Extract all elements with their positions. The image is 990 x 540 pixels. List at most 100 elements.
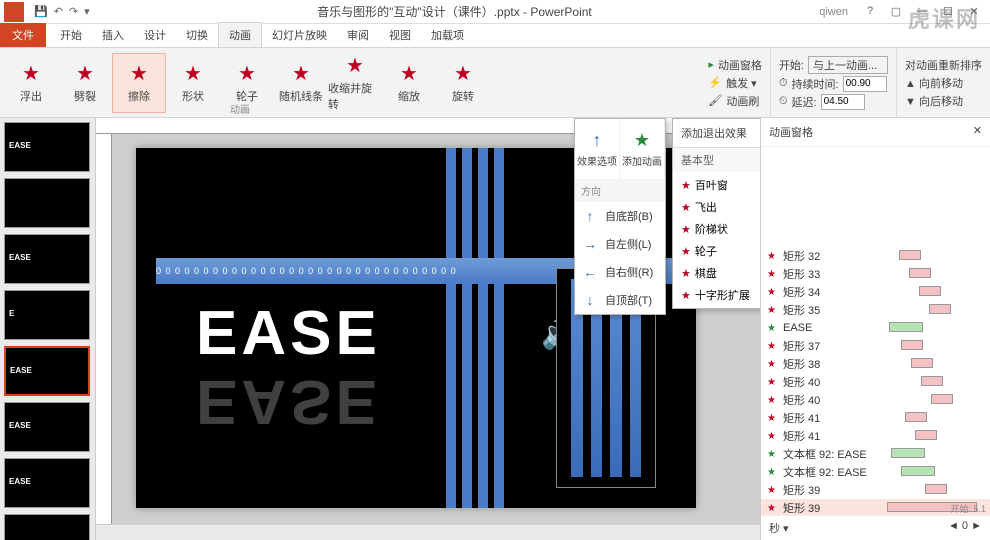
effect-options-dropdown: ↑效果选项 ★添加动画 方向 ↑自底部(B)→自左侧(L)←自右侧(R)↓自顶部… <box>574 118 666 315</box>
thumb-selected[interactable]: EASE <box>4 346 90 396</box>
qat-undo-icon[interactable]: ↶ <box>54 5 63 18</box>
anim-row[interactable]: ★矩形 39 <box>761 481 990 499</box>
tab-1[interactable]: 插入 <box>92 23 134 47</box>
slide-thumbnails: EASE EASE E EASE EASE EASE <box>0 118 96 540</box>
anim-2[interactable]: ★擦除 <box>112 53 166 113</box>
ribbon-opts-icon[interactable]: ▢ <box>884 5 908 18</box>
anim-painter-btn[interactable]: 动画刷 <box>726 93 759 109</box>
thumb[interactable] <box>4 178 90 228</box>
add-exit-effect-panel: 添加退出效果? 基本型 ★百叶窗★擦除★飞出★盒状★阶梯状★菱形★轮子★劈裂★棋… <box>672 118 760 309</box>
anim-row[interactable]: ★矩形 40 <box>761 391 990 409</box>
effect-item[interactable]: ★棋盘 <box>677 262 760 284</box>
tab-4[interactable]: 动画 <box>218 22 262 47</box>
anim-5[interactable]: ★随机线条 <box>274 53 328 113</box>
anim-pane-btn[interactable]: 动画窗格 <box>718 57 762 73</box>
help-icon[interactable]: ? <box>858 5 882 18</box>
star-icon: ★ <box>767 287 779 298</box>
effpanel-title: 添加退出效果 <box>681 125 747 141</box>
ribbon-tabs: 文件 开始插入设计切换动画幻灯片放映审阅视图加载项 <box>0 24 990 48</box>
star-icon: ★ <box>767 377 779 388</box>
anim-row[interactable]: ★文本框 92: EASE <box>761 445 990 463</box>
star-icon: ★ <box>767 467 779 478</box>
thumb[interactable] <box>4 514 90 540</box>
star-icon: ★ <box>184 61 202 86</box>
animpane-controls[interactable]: ◄ 0 ► <box>948 520 982 536</box>
start-value[interactable]: 与上一动画... <box>808 56 888 74</box>
ease-text[interactable]: EASE <box>196 298 381 369</box>
move-earlier-btn[interactable]: ▲ 向前移动 <box>905 75 982 91</box>
tab-6[interactable]: 审阅 <box>337 23 379 47</box>
effect-item[interactable]: ★轮子 <box>677 240 760 262</box>
direction-item[interactable]: ←自右侧(R) <box>575 258 665 286</box>
effect-options-btn[interactable]: ↑效果选项 <box>575 119 620 179</box>
app-icon <box>4 2 24 22</box>
tab-3[interactable]: 切换 <box>176 23 218 47</box>
star-icon: ★ <box>767 269 779 280</box>
anim-row[interactable]: ★矩形 40 <box>761 373 990 391</box>
star-icon: ★ <box>681 201 691 214</box>
star-icon: ★ <box>681 267 691 280</box>
tab-7[interactable]: 视图 <box>379 23 421 47</box>
anim-row[interactable]: ★EASE <box>761 319 990 337</box>
effect-item[interactable]: ★百叶窗 <box>677 174 760 196</box>
star-icon: ★ <box>767 431 779 442</box>
star-icon: ★ <box>767 359 779 370</box>
qat-redo-icon[interactable]: ↷ <box>69 5 78 18</box>
thumb[interactable]: EASE <box>4 234 90 284</box>
star-icon: ★ <box>454 61 472 86</box>
anim-7[interactable]: ★缩放 <box>382 53 436 113</box>
anim-6[interactable]: ★收缩并旋转 <box>328 53 382 113</box>
anim-row[interactable]: ★矩形 32 <box>761 247 990 265</box>
anim-row[interactable]: ★矩形 38 <box>761 355 990 373</box>
animpane-title: 动画窗格 <box>769 124 813 140</box>
ribbon: ★浮出★劈裂★擦除★形状★轮子★随机线条★收缩并旋转★缩放★旋转 动画 ▸动画窗… <box>0 48 990 118</box>
star-icon: ★ <box>767 305 779 316</box>
anim-row[interactable]: ★矩形 35 <box>761 301 990 319</box>
thumb[interactable]: EASE <box>4 458 90 508</box>
anim-0[interactable]: ★浮出 <box>4 53 58 113</box>
duration-input[interactable] <box>843 76 887 92</box>
move-later-btn[interactable]: ▼ 向后移动 <box>905 93 982 109</box>
trigger-btn[interactable]: 触发 ▾ <box>726 75 757 91</box>
tab-8[interactable]: 加载项 <box>421 23 474 47</box>
anim-3[interactable]: ★形状 <box>166 53 220 113</box>
animpane-close-icon[interactable]: ✕ <box>973 124 982 140</box>
tab-5[interactable]: 幻灯片放映 <box>262 23 337 47</box>
effect-item[interactable]: ★十字形扩展 <box>677 284 760 306</box>
anim-row[interactable]: ★文本框 92: EASE <box>761 463 990 481</box>
effect-item[interactable]: ★飞出 <box>677 196 760 218</box>
thumb[interactable]: EASE <box>4 122 90 172</box>
anim-row[interactable]: ★矩形 39开始: 5.1 <box>761 499 990 515</box>
slide-editor: 0 0 0 0 0 0 0 0 0 0 0 0 0 0 0 0 0 0 0 0 … <box>96 118 760 540</box>
direction-item[interactable]: ↓自顶部(T) <box>575 286 665 314</box>
editor-scrollbar[interactable] <box>96 524 760 540</box>
anim-row[interactable]: ★矩形 37 <box>761 337 990 355</box>
arrow-icon: ← <box>583 264 597 280</box>
star-icon: ★ <box>767 413 779 424</box>
anim-row[interactable]: ★矩形 41 <box>761 409 990 427</box>
thumb[interactable]: EASE <box>4 402 90 452</box>
tab-2[interactable]: 设计 <box>134 23 176 47</box>
effect-item[interactable]: ★阶梯状 <box>677 218 760 240</box>
star-icon: ★ <box>400 61 418 86</box>
direction-section: 方向 <box>575 179 665 202</box>
duration-label: 持续时间: <box>792 76 839 92</box>
delay-input[interactable] <box>821 94 865 110</box>
star-icon: ★ <box>767 503 779 514</box>
anim-row[interactable]: ★矩形 34 <box>761 283 990 301</box>
direction-item[interactable]: →自左侧(L) <box>575 230 665 258</box>
anim-row[interactable]: ★矩形 33 <box>761 265 990 283</box>
anim-row[interactable]: ★矩形 41 <box>761 427 990 445</box>
star-icon: ★ <box>238 61 256 86</box>
thumb[interactable]: E <box>4 290 90 340</box>
anim-1[interactable]: ★劈裂 <box>58 53 112 113</box>
animpane-seconds[interactable]: 秒 ▾ <box>769 520 789 536</box>
start-label: 开始: <box>779 57 804 73</box>
tab-file[interactable]: 文件 <box>0 23 46 47</box>
anim-8[interactable]: ★旋转 <box>436 53 490 113</box>
direction-item[interactable]: ↑自底部(B) <box>575 202 665 230</box>
qat-save-icon[interactable]: 💾 <box>34 5 48 18</box>
arrow-icon: ↑ <box>583 208 597 224</box>
tab-0[interactable]: 开始 <box>50 23 92 47</box>
add-animation-btn[interactable]: ★添加动画 <box>620 119 665 179</box>
